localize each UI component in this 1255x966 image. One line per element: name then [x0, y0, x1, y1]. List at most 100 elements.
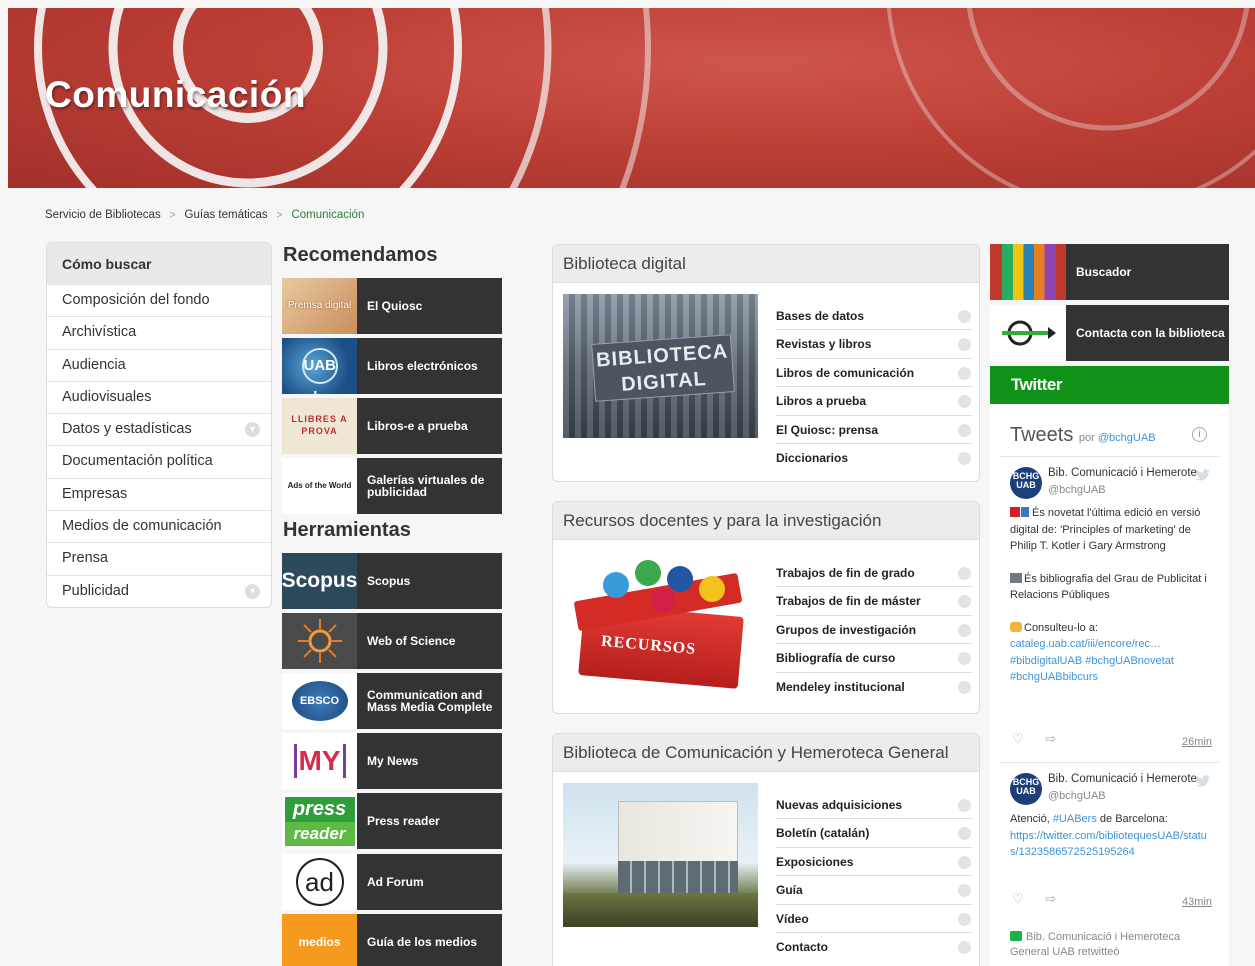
sidebar-item-publicidad[interactable]: Publicidad ▼: [47, 574, 271, 607]
sidebar-item-datos[interactable]: Datos y estadísticas ▼: [47, 413, 271, 445]
biblioteca-digital-image: BIBLIOTECA DIGITAL: [563, 294, 758, 438]
panel-link[interactable]: Bibliografía de curso: [776, 644, 972, 673]
sidebar-item-medios[interactable]: Medios de comunicación: [47, 510, 271, 542]
sidebar-item-audiovisuales[interactable]: Audiovisuales: [47, 380, 271, 413]
sidebar-item-label: Documentación política: [62, 453, 213, 470]
tweet-time[interactable]: 43min: [1182, 896, 1212, 908]
tile-ad-forum[interactable]: ad Ad Forum: [282, 854, 502, 910]
sidebar-item-composicion[interactable]: Composición del fondo: [47, 284, 271, 316]
tweet-card[interactable]: BCHG UAB Bib. Comunicació i Hemeroteca @b…: [1000, 762, 1220, 920]
tweet-link[interactable]: https://twitter.com/bibliotequesUAB/stat…: [1010, 830, 1207, 859]
panel-link[interactable]: Libros de comunicación: [776, 359, 972, 388]
panel-link-label: Diccionarios: [776, 450, 849, 465]
tile-label: Libros electrónicos: [367, 359, 478, 373]
breadcrumb-separator-icon: >: [276, 209, 283, 221]
panel-link[interactable]: Guía: [776, 876, 972, 905]
panel-link[interactable]: Contacto: [776, 933, 972, 961]
tweets-by-label: por: [1078, 432, 1095, 444]
tweet-actions: ♡ ⇨: [1012, 731, 1056, 747]
avatar[interactable]: BCHG UAB: [1010, 773, 1042, 805]
tweet-link[interactable]: cataleg.uab.cat/iii/encore/rec…#bibdigit…: [1010, 638, 1174, 683]
breadcrumb-link[interactable]: Guías temáticas: [185, 209, 268, 221]
share-icon[interactable]: ⇨: [1045, 891, 1056, 906]
panel-link-label: Mendeley institucional: [776, 679, 905, 694]
chevron-down-icon[interactable]: ▼: [245, 583, 260, 599]
chevron-right-icon: [958, 451, 971, 465]
twitter-bird-icon: [1196, 469, 1210, 481]
sidebar-item-label: Audiencia: [62, 356, 126, 373]
panel-link[interactable]: El Quiosc: prensa: [776, 416, 972, 444]
sidebar-item-label: Datos y estadísticas: [62, 421, 192, 438]
panel-link[interactable]: Grupos de investigación: [776, 616, 972, 645]
thumb-text: medios: [298, 935, 341, 949]
image-text: RECURSOS: [600, 632, 697, 659]
panel-link[interactable]: Trabajos de fin de grado: [776, 559, 972, 588]
panel-link[interactable]: Nuevas adquisiciones: [776, 791, 972, 820]
twitter-header: Twitter: [990, 366, 1229, 404]
tweets-by: por @bchgUAB: [1079, 432, 1156, 444]
sidebar-item-empresas[interactable]: Empresas: [47, 477, 271, 510]
sidebar-item-archivistica[interactable]: Archivística: [47, 316, 271, 348]
panel-title: Recursos docentes y para la investigació…: [553, 502, 979, 540]
panel-link-list: Trabajos de fin de grado Trabajos de fin…: [776, 559, 972, 701]
tile-label: Press reader: [367, 814, 440, 828]
sidebar-item-documentacion[interactable]: Documentación política: [47, 445, 271, 477]
panel-link[interactable]: Mendeley institucional: [776, 673, 972, 701]
chevron-right-icon: [958, 338, 971, 352]
retweet-notice: Bib. Comunicació i Hemeroteca General UA…: [1010, 930, 1210, 960]
tile-label: Ad Forum: [367, 875, 424, 889]
breadcrumb-link[interactable]: Servicio de Bibliotecas: [45, 209, 161, 221]
panel-link-label: Revistas y libros: [776, 337, 872, 352]
tile-label: Communication and Mass Media Complete: [367, 688, 493, 714]
heart-icon[interactable]: ♡: [1012, 891, 1024, 906]
tile-libros-prueba[interactable]: LLIBRES A PROVA Libros-e a prueba: [282, 398, 502, 454]
sidebar-header[interactable]: Cómo buscar: [47, 243, 271, 284]
ads-logos-thumbnail-icon: Ads of the World: [282, 458, 357, 514]
tile-press-reader[interactable]: press reader Press reader: [282, 793, 502, 849]
avatar[interactable]: BCHG UAB: [1010, 467, 1042, 499]
tile-my-news[interactable]: MY My News: [282, 733, 502, 789]
panel-link-label: Contacto: [776, 939, 828, 954]
contacta-button[interactable]: Contacta con la biblioteca: [990, 305, 1229, 361]
tweet-card[interactable]: BCHG UAB Bib. Comunicació i Hemeroteca @b…: [1000, 456, 1220, 762]
sidebar-item-prensa[interactable]: Prensa: [47, 542, 271, 574]
panel-link[interactable]: Revistas y libros: [776, 330, 972, 359]
tweet-time[interactable]: 26min: [1182, 736, 1212, 748]
buscador-button[interactable]: Buscador: [990, 244, 1229, 300]
panel-link[interactable]: Trabajos de fin de máster: [776, 587, 972, 616]
panel-link[interactable]: Bases de datos: [776, 302, 972, 331]
tweet-author-handle[interactable]: @bchgUAB: [1048, 484, 1106, 496]
retweet-text: Bib. Comunicació i Hemeroteca General UA…: [1010, 931, 1181, 958]
panel-link[interactable]: Exposiciones: [776, 848, 972, 877]
breadcrumb-current: Comunicación: [291, 209, 365, 221]
tile-guia-medios[interactable]: medios Guía de los medios: [282, 914, 502, 966]
chevron-right-icon: [958, 884, 971, 898]
panel-link[interactable]: Vídeo: [776, 905, 972, 933]
chevron-right-icon: [958, 595, 971, 609]
panel-link[interactable]: Diccionarios: [776, 444, 972, 472]
panel-link[interactable]: Libros a prueba: [776, 387, 972, 416]
share-icon[interactable]: ⇨: [1045, 731, 1056, 746]
panel-link[interactable]: Boletín (catalán): [776, 819, 972, 848]
tile-libros-electronicos[interactable]: UAB le Libros electrónicos: [282, 338, 502, 394]
sidebar-item-audiencia[interactable]: Audiencia: [47, 348, 271, 381]
tile-el-quiosc[interactable]: Premsa digital El Quiosc: [282, 278, 502, 334]
tweet-author-handle[interactable]: @bchgUAB: [1048, 790, 1106, 802]
scrabble-thumbnail-icon: LLIBRES A PROVA: [282, 398, 357, 454]
tweet-author-name[interactable]: Bib. Comunicació i Hemeroteca: [1048, 467, 1198, 479]
chevron-down-icon[interactable]: ▼: [245, 422, 260, 438]
tile-communication-mass-media[interactable]: EBSCO Communication and Mass Media Compl…: [282, 673, 502, 729]
tile-scopus[interactable]: Scopus Scopus: [282, 553, 502, 609]
info-icon[interactable]: i: [1192, 427, 1207, 442]
tweets-handle-link[interactable]: @bchgUAB: [1098, 432, 1156, 444]
tweet-hashtag[interactable]: #UABers: [1053, 813, 1097, 825]
tile-galerias[interactable]: Ads of the World Galerías virtuales de p…: [282, 458, 502, 514]
twitter-bird-icon: [1196, 775, 1210, 787]
tile-web-of-science[interactable]: Web of Science: [282, 613, 502, 669]
tweet-author-name[interactable]: Bib. Comunicació i Hemeroteca: [1048, 773, 1198, 785]
chevron-right-icon: [958, 940, 971, 954]
tweet-line: És bibliografia del Grau de Publicitat i…: [1010, 572, 1207, 602]
heart-icon[interactable]: ♡: [1012, 731, 1024, 746]
web-of-science-logo-icon: [282, 613, 357, 669]
